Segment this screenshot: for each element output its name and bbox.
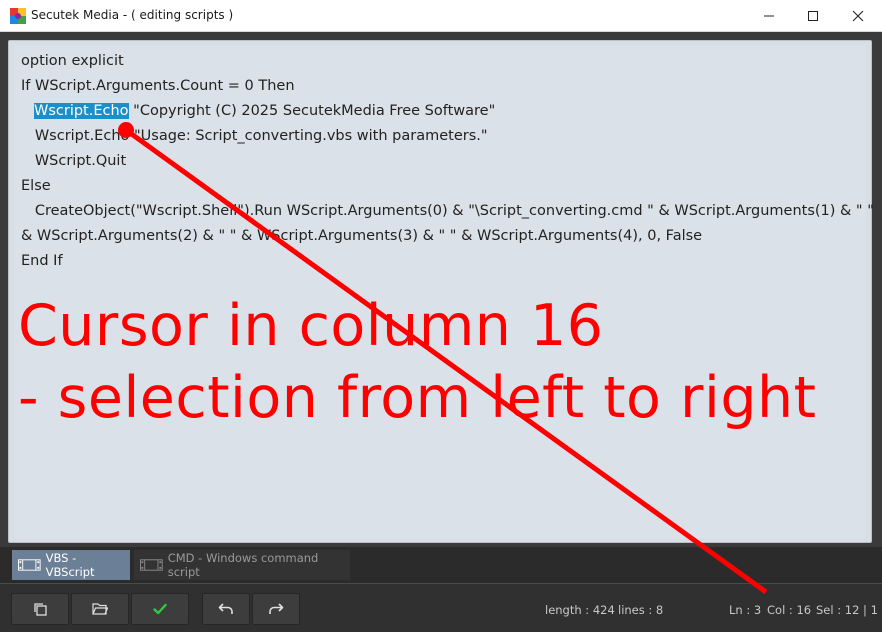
status-length: length : 424	[545, 603, 615, 617]
code-line-6: Else	[21, 178, 51, 194]
open-button[interactable]	[71, 593, 129, 625]
maximize-button[interactable]	[790, 0, 836, 32]
status-col: Col : 16	[767, 603, 812, 617]
code-line-3-rest: "Copyright (C) 2025 SecutekMedia Free So…	[128, 103, 496, 119]
script-editor[interactable]: option explicit If WScript.Arguments.Cou…	[8, 40, 874, 543]
annotation-line-1: Cursor in column 16	[18, 293, 604, 359]
redo-button[interactable]	[252, 593, 300, 625]
code-line-7: CreateObject("Wscript.Shell").Run WScrip…	[21, 203, 874, 219]
editor-frame: option explicit If WScript.Arguments.Cou…	[0, 32, 882, 547]
status-ln: Ln : 3	[729, 603, 762, 617]
copy-button[interactable]	[11, 593, 69, 625]
code-line-3: Wscript.Echo "Copyright (C) 2025 Secutek…	[21, 103, 495, 119]
status-sel: Sel : 12 | 1	[816, 603, 878, 617]
film-strip-icon	[140, 559, 163, 571]
tab-vbs-label: VBS - VBScript	[45, 551, 95, 579]
code-line-9: End If	[21, 253, 63, 269]
maximize-icon	[808, 11, 818, 21]
code-line-1: option explicit	[21, 53, 124, 69]
code-line-2: If WScript.Arguments.Count = 0 Then	[21, 78, 295, 94]
app-logo-icon	[10, 8, 26, 24]
status-lines: lines : 8	[618, 603, 664, 617]
editor-text-area[interactable]: option explicit If WScript.Arguments.Cou…	[13, 45, 874, 538]
window-title: Secutek Media - ( editing scripts )	[31, 8, 234, 22]
check-icon	[153, 603, 167, 615]
film-strip-icon	[18, 559, 41, 571]
selected-text: Wscript.Echo	[34, 103, 129, 119]
annotation-line-2: - selection from left to right	[18, 365, 817, 431]
code-line-4: Wscript.Echo "Usage: Script_converting.v…	[21, 128, 488, 144]
bottom-toolbar: length : 424 lines : 8 Ln : 3 Col : 16 S…	[0, 583, 882, 632]
code-line-8: & WScript.Arguments(2) & " " & WScript.A…	[21, 228, 703, 244]
open-folder-icon	[92, 603, 108, 615]
tab-cmd[interactable]: CMD - Windows command script	[134, 550, 350, 580]
close-icon	[852, 10, 864, 22]
tab-vbs[interactable]: VBS - VBScript	[12, 550, 130, 580]
tab-cmd-label: CMD - Windows command script	[167, 551, 319, 579]
minimize-button[interactable]	[746, 0, 792, 32]
title-bar: Secutek Media - ( editing scripts )	[0, 0, 882, 32]
code-line-5: WScript.Quit	[21, 153, 127, 169]
undo-icon	[218, 603, 233, 614]
undo-button[interactable]	[202, 593, 250, 625]
script-type-tabs: VBS - VBScript CMD - Windows command scr…	[0, 547, 882, 583]
apply-button[interactable]	[131, 593, 189, 625]
close-button[interactable]	[835, 0, 881, 32]
copy-icon	[34, 603, 47, 616]
redo-icon	[269, 603, 284, 614]
minimize-icon	[764, 15, 774, 17]
